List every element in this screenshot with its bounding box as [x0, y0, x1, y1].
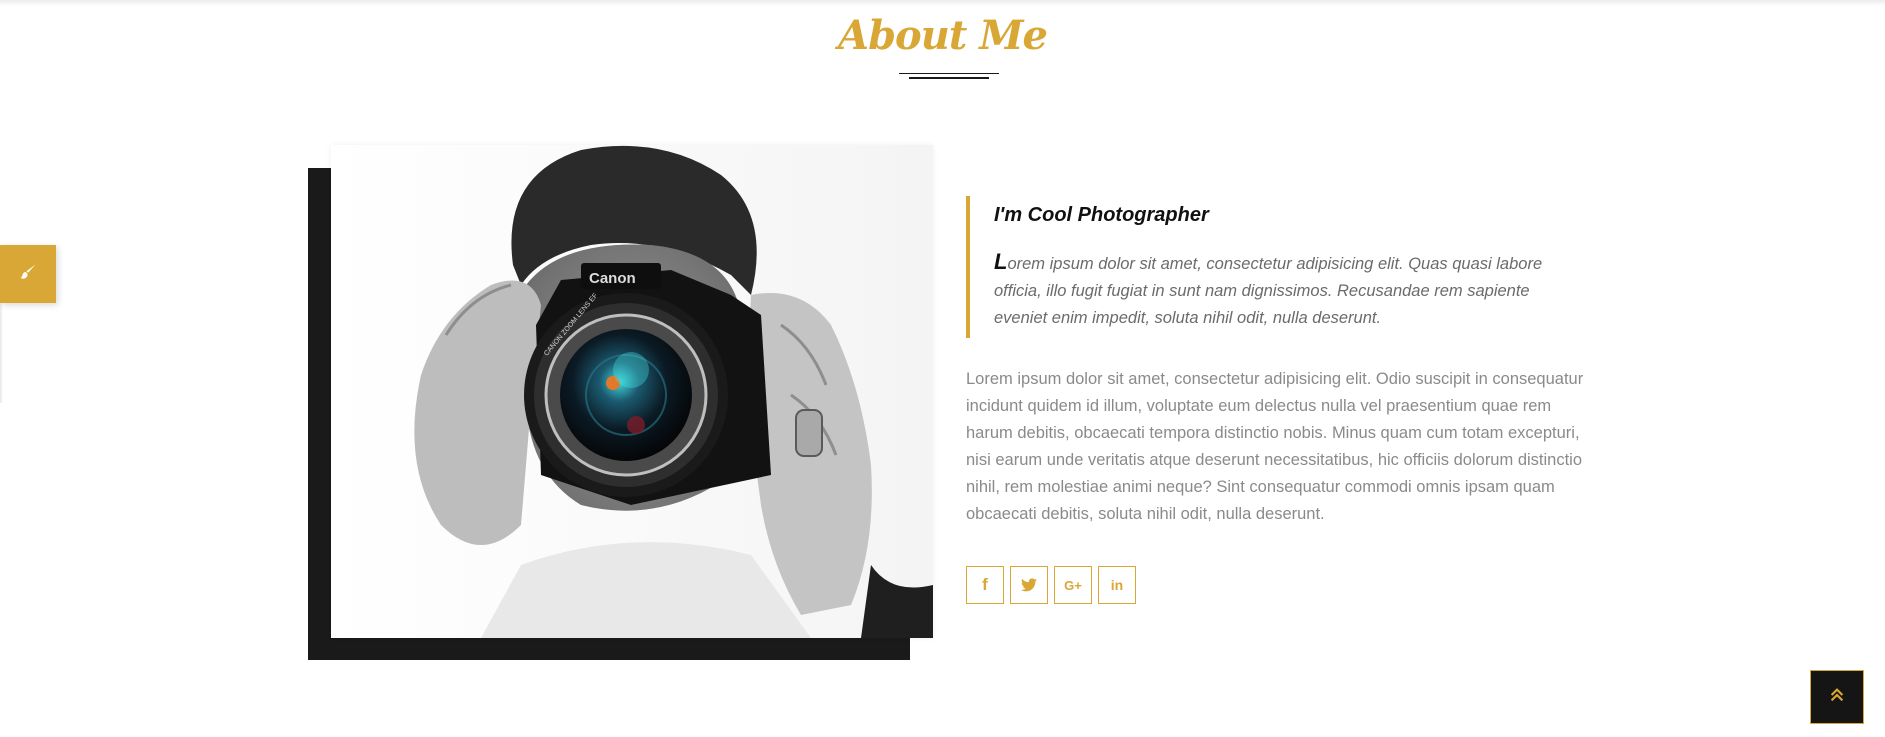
dropcap: L	[994, 249, 1008, 274]
section-header: About Me	[0, 8, 1885, 64]
twitter-icon	[1021, 578, 1037, 592]
title-underline	[899, 73, 999, 81]
style-customizer-toggle[interactable]	[0, 245, 56, 303]
google-plus-icon: G+	[1064, 577, 1082, 593]
double-chevron-up-icon	[1828, 686, 1846, 709]
google-plus-button[interactable]: G+	[1054, 566, 1092, 604]
quote-rest: orem ipsum dolor sit amet, consectetur a…	[994, 255, 1543, 327]
side-panel-edge	[0, 303, 3, 403]
photographer-illustration: Canon CANON ZOOM LENS EF	[331, 145, 933, 638]
facebook-icon: f	[982, 575, 988, 594]
about-text-column: I'm Cool Photographer Lorem ipsum dolor …	[966, 196, 1586, 604]
photo-frame: Canon CANON ZOOM LENS EF	[308, 145, 933, 660]
about-body: Lorem ipsum dolor sit amet, consectetur …	[966, 370, 1584, 523]
paint-brush-icon	[19, 263, 37, 286]
facebook-button[interactable]: f	[966, 566, 1004, 604]
back-to-top-button[interactable]	[1810, 670, 1864, 724]
section-title: About Me	[838, 12, 1048, 59]
svg-text:Canon: Canon	[589, 270, 636, 287]
linkedin-button[interactable]: in	[1098, 566, 1136, 604]
quote-block: I'm Cool Photographer Lorem ipsum dolor …	[966, 196, 1586, 338]
twitter-button[interactable]	[1010, 566, 1048, 604]
about-heading: I'm Cool Photographer	[994, 204, 1209, 226]
social-links: f G+ in	[966, 566, 1586, 604]
about-page: About Me Canon CANON ZOOM LENS EF I'm Co…	[0, 0, 1885, 737]
underline-top	[899, 73, 999, 74]
photographer-image: Canon CANON ZOOM LENS EF	[331, 145, 933, 638]
quote-text: Lorem ipsum dolor sit amet, consectetur …	[994, 248, 1586, 332]
linkedin-icon: in	[1110, 577, 1124, 593]
header-shadow	[0, 0, 1885, 6]
underline-bottom	[909, 77, 989, 79]
